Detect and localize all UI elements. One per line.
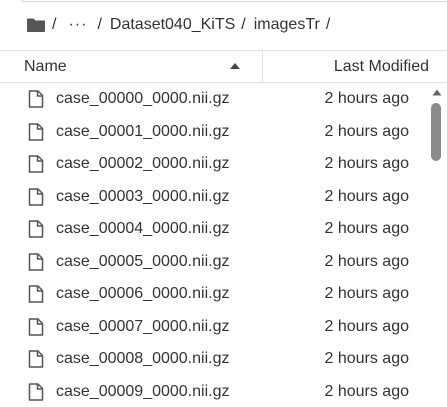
- file-icon: [28, 122, 44, 141]
- file-row[interactable]: case_00001_0000.nii.gz 2 hours ago: [0, 116, 426, 149]
- file-row[interactable]: case_00009_0000.nii.gz 2 hours ago: [0, 376, 426, 407]
- file-browser-panel: / ··· / Dataset040_KiTS / imagesTr / Nam…: [0, 0, 447, 407]
- file-row[interactable]: case_00007_0000.nii.gz 2 hours ago: [0, 311, 426, 344]
- file-icon: [28, 187, 44, 206]
- file-list: case_00000_0000.nii.gz 2 hours ago case_…: [0, 83, 426, 407]
- file-row[interactable]: case_00003_0000.nii.gz 2 hours ago: [0, 181, 426, 214]
- file-row[interactable]: case_00006_0000.nii.gz 2 hours ago: [0, 278, 426, 311]
- file-name: case_00005_0000.nii.gz: [56, 252, 230, 270]
- file-icon: [28, 350, 44, 368]
- file-row[interactable]: case_00005_0000.nii.gz 2 hours ago: [0, 246, 426, 279]
- file-modified: 2 hours ago: [324, 155, 409, 172]
- breadcrumb-separator: /: [241, 16, 246, 33]
- file-row[interactable]: case_00008_0000.nii.gz 2 hours ago: [0, 343, 426, 376]
- scrollbar-thumb[interactable]: [431, 103, 441, 161]
- breadcrumb-separator: /: [52, 16, 57, 33]
- caret-up-icon: [230, 63, 240, 69]
- last-modified-column-header[interactable]: Last Modified: [263, 51, 447, 82]
- file-icon: [28, 382, 44, 401]
- file-modified: 2 hours ago: [324, 382, 409, 400]
- file-modified: 2 hours ago: [324, 317, 409, 335]
- file-modified: 2 hours ago: [324, 252, 409, 270]
- breadcrumb-separator: /: [325, 16, 331, 33]
- file-name: case_00008_0000.nii.gz: [56, 350, 230, 367]
- file-icon: [28, 317, 44, 336]
- file-name: case_00006_0000.nii.gz: [56, 285, 230, 302]
- file-name: case_00004_0000.nii.gz: [56, 220, 230, 237]
- file-name: case_00007_0000.nii.gz: [56, 317, 230, 335]
- breadcrumb-ellipsis[interactable]: ···: [68, 16, 87, 34]
- file-modified: 2 hours ago: [324, 187, 409, 205]
- file-name: case_00001_0000.nii.gz: [56, 122, 230, 140]
- column-header: Name Last Modified: [0, 50, 447, 83]
- file-modified: 2 hours ago: [324, 90, 409, 107]
- scroll-up-arrow-icon[interactable]: [432, 89, 442, 96]
- file-name: case_00002_0000.nii.gz: [56, 155, 230, 172]
- name-column-header[interactable]: Name: [0, 51, 263, 82]
- file-name: case_00000_0000.nii.gz: [56, 90, 230, 107]
- file-row[interactable]: case_00002_0000.nii.gz 2 hours ago: [0, 148, 426, 181]
- breadcrumb-separator: /: [97, 16, 102, 33]
- file-modified: 2 hours ago: [324, 285, 409, 302]
- file-modified: 2 hours ago: [324, 122, 409, 140]
- file-icon: [28, 155, 44, 173]
- file-row[interactable]: case_00004_0000.nii.gz 2 hours ago: [0, 213, 426, 246]
- toolbar-edge: [22, 0, 447, 2]
- file-icon: [28, 220, 44, 238]
- file-name: case_00009_0000.nii.gz: [56, 382, 230, 400]
- folder-icon[interactable]: [26, 17, 46, 33]
- vertical-scrollbar[interactable]: [427, 83, 447, 407]
- file-name: case_00003_0000.nii.gz: [56, 187, 230, 205]
- file-row[interactable]: case_00000_0000.nii.gz 2 hours ago: [0, 83, 426, 116]
- file-icon: [28, 285, 44, 303]
- breadcrumb-imagestr[interactable]: imagesTr: [254, 16, 320, 34]
- file-modified: 2 hours ago: [324, 220, 409, 237]
- name-column-label: Name: [24, 58, 67, 75]
- breadcrumb-dataset[interactable]: Dataset040_KiTS: [110, 16, 235, 34]
- last-modified-column-label: Last Modified: [333, 58, 429, 75]
- file-icon: [28, 90, 44, 108]
- file-modified: 2 hours ago: [324, 350, 409, 367]
- file-icon: [28, 252, 44, 271]
- breadcrumb: / ··· / Dataset040_KiTS / imagesTr /: [26, 12, 338, 38]
